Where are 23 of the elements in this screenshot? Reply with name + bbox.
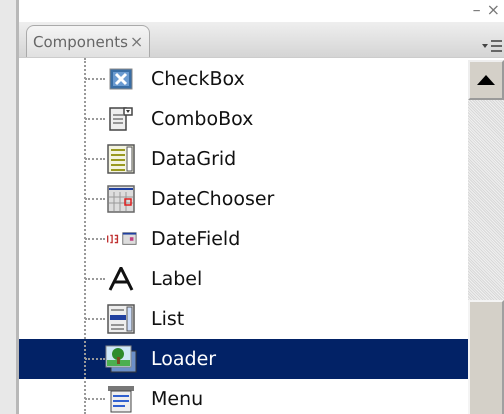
scroll-thumb[interactable] [468, 300, 504, 414]
tree-item[interactable]: List [19, 299, 468, 339]
panel-tab[interactable]: Components× [26, 25, 150, 57]
tree-item[interactable]: Label [19, 259, 468, 299]
calendar-icon [105, 185, 137, 213]
tree-item[interactable]: DataGrid [19, 139, 468, 179]
scroll-up-button[interactable] [468, 60, 504, 100]
tree-item[interactable]: Menu [19, 379, 468, 414]
close-button[interactable]: × [486, 0, 500, 22]
tree-item[interactable]: CheckBox [19, 59, 468, 99]
date-field-icon [105, 231, 137, 247]
tree-item[interactable]: DateField [19, 219, 468, 259]
tree-item[interactable]: DateChooser [19, 179, 468, 219]
tab-close-button[interactable]: × [130, 32, 144, 51]
up-arrow-icon [477, 75, 495, 85]
list-icon [105, 304, 137, 334]
menu-window-icon [105, 385, 137, 413]
tree-picture-icon [105, 345, 137, 373]
datagrid-icon [105, 144, 137, 174]
tree-item[interactable]: ComboBox [19, 99, 468, 139]
panel-menu-icon[interactable] [481, 39, 503, 53]
tree-item[interactable]: Loader [19, 339, 468, 379]
minimize-button[interactable]: – [472, 0, 481, 22]
